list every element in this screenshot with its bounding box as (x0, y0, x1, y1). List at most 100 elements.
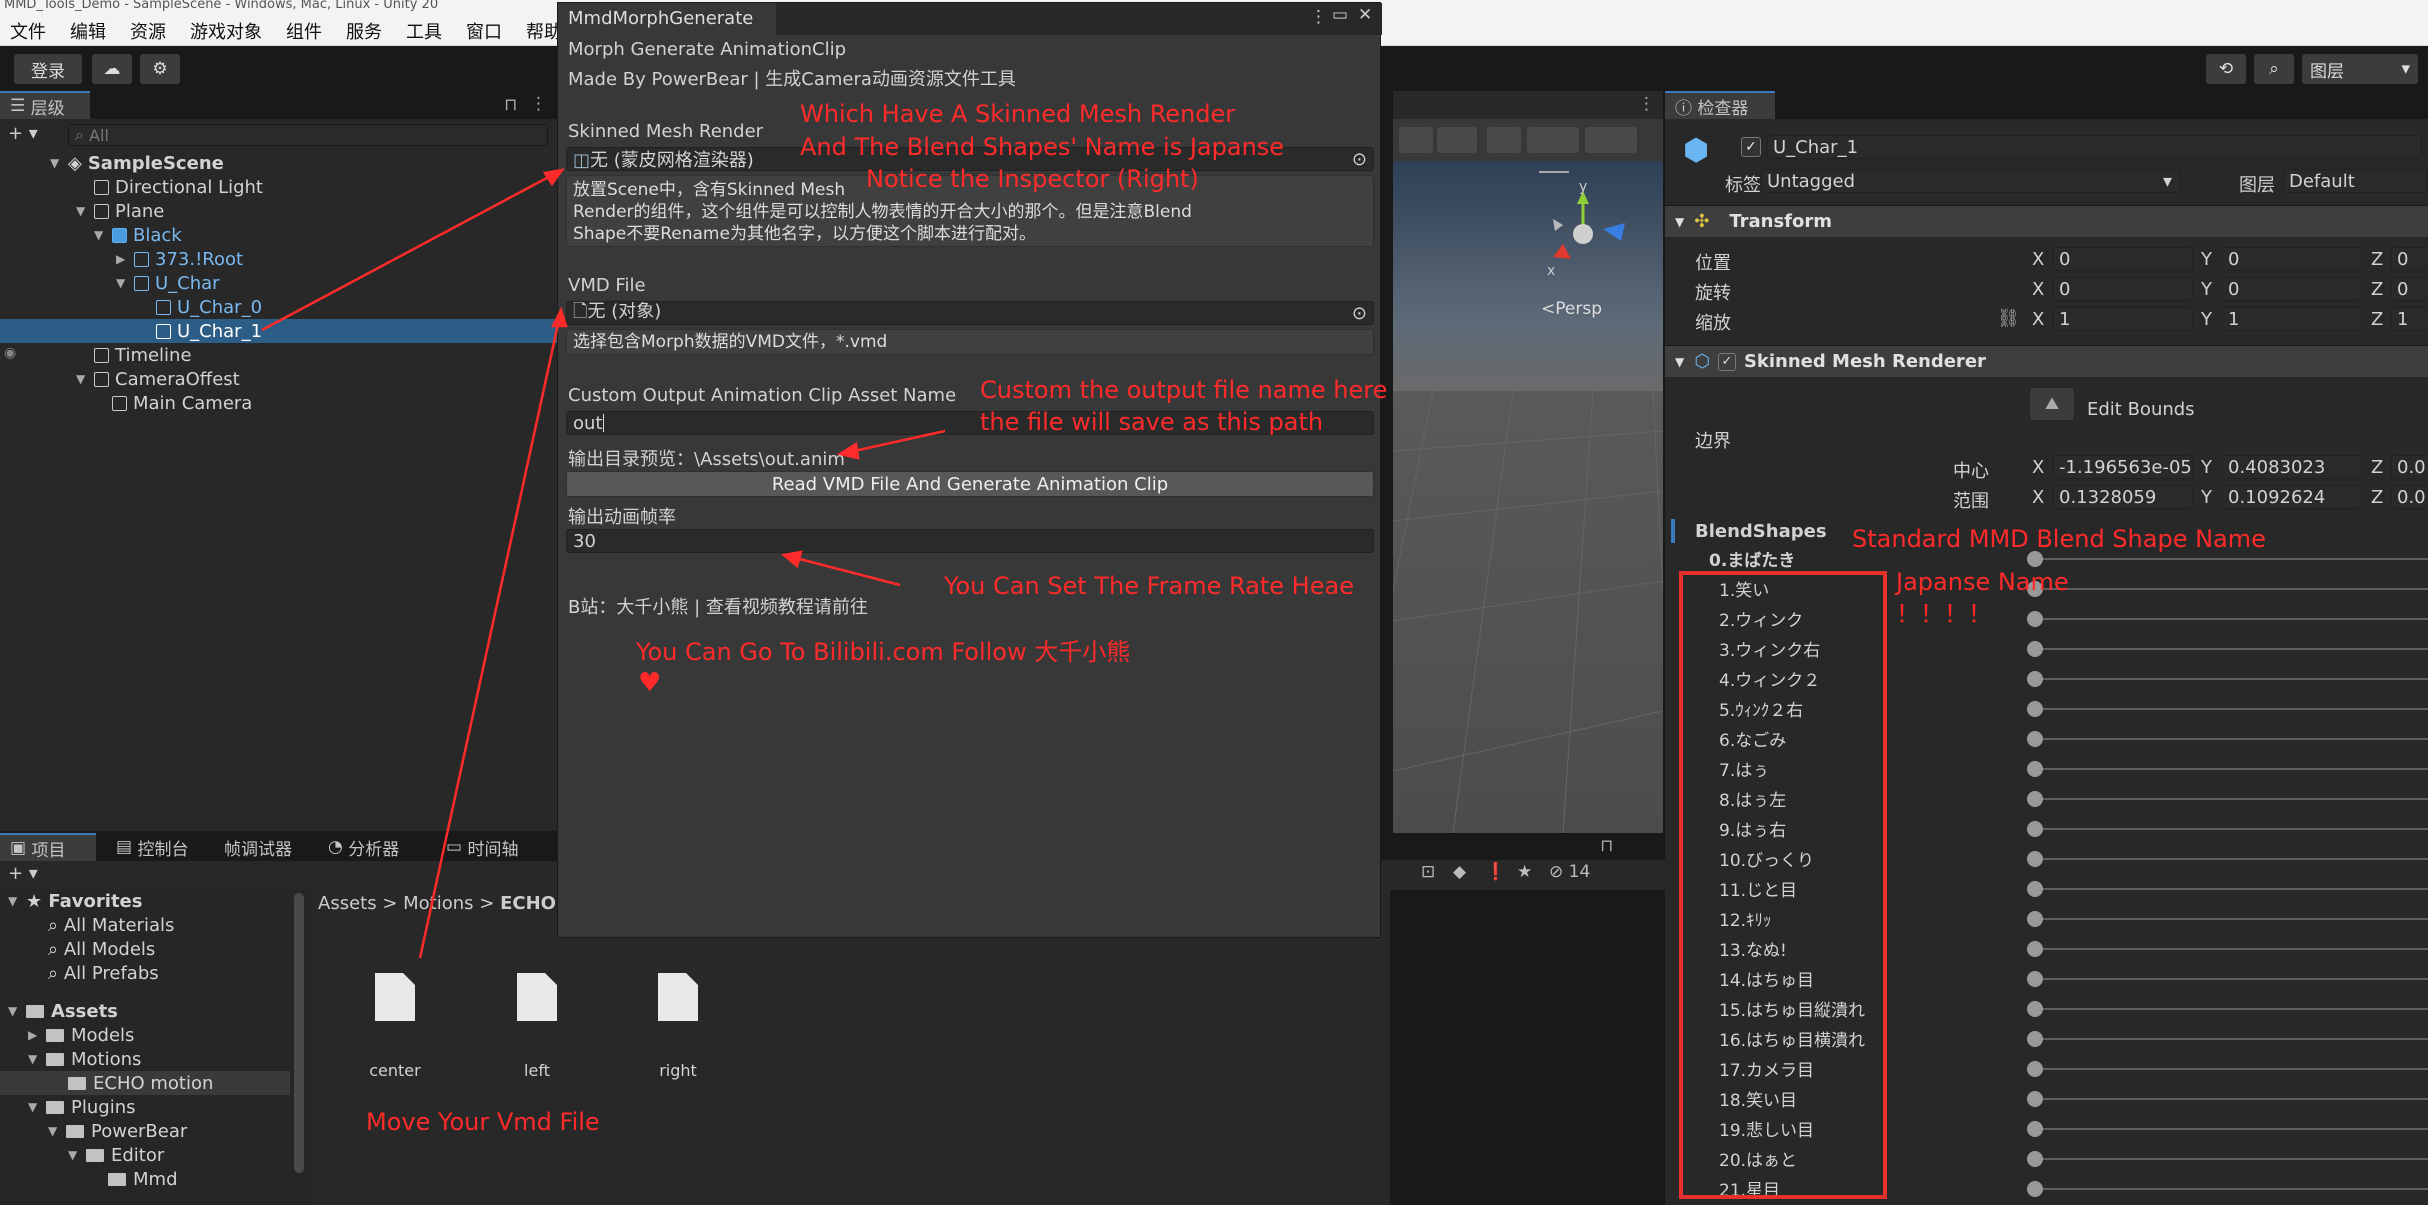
slider-track[interactable] (2035, 828, 2428, 830)
slider-track[interactable] (2035, 948, 2428, 950)
menu-tools[interactable]: 工具 (406, 18, 442, 44)
slider-handle[interactable] (2027, 1181, 2043, 1197)
vmd-file-icon[interactable] (517, 973, 557, 1021)
vmd-file-icon[interactable] (658, 973, 698, 1021)
maximize-icon[interactable]: ▭ (1332, 5, 1348, 25)
tree-item-selected[interactable]: ECHO motion (0, 1071, 290, 1095)
extent-x[interactable]: 0.1328059 (2053, 485, 2193, 509)
slider-handle[interactable] (2027, 1091, 2043, 1107)
warning-icon[interactable]: ❗ (1485, 862, 1506, 882)
menu-file[interactable]: 文件 (10, 18, 46, 44)
enabled-checkbox[interactable]: ✓ (1717, 352, 1736, 371)
hierarchy-item-root[interactable]: ▶ 373.!Root (0, 247, 557, 271)
menu-edit[interactable]: 编辑 (70, 18, 106, 44)
scale-x[interactable]: 1 (2053, 307, 2193, 331)
object-name-field[interactable]: U_Char_1 (1767, 135, 2422, 159)
object-picker-icon[interactable]: ⊙ (1352, 149, 1367, 170)
breadcrumb-item[interactable]: Assets (318, 893, 377, 914)
more-icon[interactable]: ⋮ (1638, 94, 1655, 114)
slider-handle[interactable] (2027, 701, 2043, 717)
slider-handle[interactable] (2027, 941, 2043, 957)
tree-item[interactable]: ▼ Motions (0, 1047, 310, 1071)
tree-item[interactable]: ▼ Plugins (0, 1095, 310, 1119)
gizmos-icon[interactable] (1585, 127, 1637, 153)
lock-icon[interactable]: ⊓ (1600, 836, 1613, 856)
slider-handle[interactable] (2027, 911, 2043, 927)
slider-track[interactable] (2035, 618, 2428, 620)
hierarchy-item-scene[interactable]: ▼ ◈ SampleScene (0, 151, 557, 175)
blendshapes-label[interactable]: BlendShapes (1695, 521, 1827, 542)
slider-handle[interactable] (2027, 1121, 2043, 1137)
tab-profiler[interactable]: ◔ 分析器 (318, 833, 409, 861)
hidden-icon[interactable] (1487, 127, 1521, 153)
slider-handle[interactable] (2027, 821, 2043, 837)
persp-label[interactable]: <Persp (1541, 299, 1602, 319)
center-y[interactable]: 0.4083023 (2222, 455, 2362, 479)
tab-console[interactable]: ▤ 控制台 (106, 833, 198, 861)
hierarchy-item-uchar[interactable]: ▼ U_Char (0, 271, 557, 295)
rotation-z[interactable]: 0 (2391, 277, 2428, 301)
vmd-object-field[interactable]: 🗋无 (对象) ⊙ (566, 301, 1374, 325)
hierarchy-search-input[interactable]: ⌕ All (68, 124, 548, 146)
slider-handle[interactable] (2027, 1031, 2043, 1047)
slider-track[interactable] (2035, 558, 2428, 560)
hierarchy-item-plane[interactable]: ▼ Plane (0, 199, 557, 223)
slider-handle[interactable] (2027, 851, 2043, 867)
hidden-packages-toggle[interactable]: ⊘ 14 (1549, 862, 1590, 882)
slider-handle[interactable] (2027, 881, 2043, 897)
slider-handle[interactable] (2027, 1001, 2043, 1017)
slider-handle[interactable] (2027, 971, 2043, 987)
star-icon[interactable]: ★ (1517, 862, 1532, 882)
tree-item[interactable]: ▼ Editor (0, 1143, 310, 1167)
login-button[interactable]: 登录 (14, 54, 82, 84)
scene-view[interactable]: ⋮ y x <Persp (1393, 91, 1663, 833)
breadcrumb-item[interactable]: Motions (403, 893, 473, 914)
add-button[interactable]: + ▾ (8, 863, 38, 884)
menu-assets[interactable]: 资源 (130, 18, 166, 44)
search-by-type-icon[interactable]: ⊡ (1421, 862, 1435, 882)
slider-track[interactable] (2035, 1038, 2428, 1040)
tab-inspector[interactable]: ⓘ 检查器 (1665, 91, 1775, 119)
slider-track[interactable] (2035, 978, 2428, 980)
slider-track[interactable] (2035, 708, 2428, 710)
tab-project[interactable]: ▣ 项目 (0, 833, 96, 861)
lock-icon[interactable]: ⊓ (504, 95, 517, 115)
extent-y[interactable]: 0.1092624 (2222, 485, 2362, 509)
favorite-item[interactable]: ⌕ All Prefabs (0, 961, 310, 985)
slider-handle[interactable] (2027, 671, 2043, 687)
slider-track[interactable] (2035, 1158, 2428, 1160)
center-z[interactable]: 0.0 (2391, 455, 2428, 479)
slider-track[interactable] (2035, 648, 2428, 650)
assets-header[interactable]: ▼ Assets (0, 999, 310, 1023)
slider-track[interactable] (2035, 768, 2428, 770)
breadcrumb-item[interactable]: ECHO (500, 893, 556, 914)
search-icon[interactable]: ⌕ (2254, 54, 2294, 84)
scale-z[interactable]: 1 (2391, 307, 2428, 331)
window-tab-title[interactable]: MmdMorphGenerate (558, 3, 776, 35)
tab-timeline[interactable]: ▭ 时间轴 (436, 833, 528, 861)
more-icon[interactable]: ⋮ (1310, 7, 1327, 27)
tag-dropdown[interactable]: Untagged ▾ (1761, 169, 2181, 193)
scene-gizmo[interactable]: y x (1533, 179, 1633, 289)
rotation-x[interactable]: 0 (2053, 277, 2193, 301)
layers-dropdown[interactable]: 图层 ▾ (2302, 54, 2418, 84)
slider-track[interactable] (2035, 858, 2428, 860)
hierarchy-item-maincamera[interactable]: Main Camera (0, 391, 557, 415)
scene-2d-icon[interactable] (1399, 127, 1433, 153)
slider-track[interactable] (2035, 1098, 2428, 1100)
generate-button[interactable]: Read VMD File And Generate Animation Cli… (566, 471, 1374, 497)
hierarchy-item-timeline[interactable]: Timeline (0, 343, 557, 367)
camera-icon[interactable] (1527, 127, 1579, 153)
slider-handle[interactable] (2027, 761, 2043, 777)
layers-icon[interactable] (1437, 127, 1477, 153)
menu-services[interactable]: 服务 (346, 18, 382, 44)
history-icon[interactable]: ⟲ (2206, 54, 2246, 84)
menu-component[interactable]: 组件 (286, 18, 322, 44)
slider-track[interactable] (2035, 678, 2428, 680)
transform-header[interactable]: ▼ ✣ Transform (1665, 205, 2428, 237)
extent-z[interactable]: 0.0 (2391, 485, 2428, 509)
close-icon[interactable]: ✕ (1358, 5, 1372, 25)
scale-y[interactable]: 1 (2222, 307, 2362, 331)
slider-track[interactable] (2035, 738, 2428, 740)
skinned-mesh-renderer-header[interactable]: ▼ ⬡ ✓ Skinned Mesh Renderer (1665, 345, 2428, 377)
